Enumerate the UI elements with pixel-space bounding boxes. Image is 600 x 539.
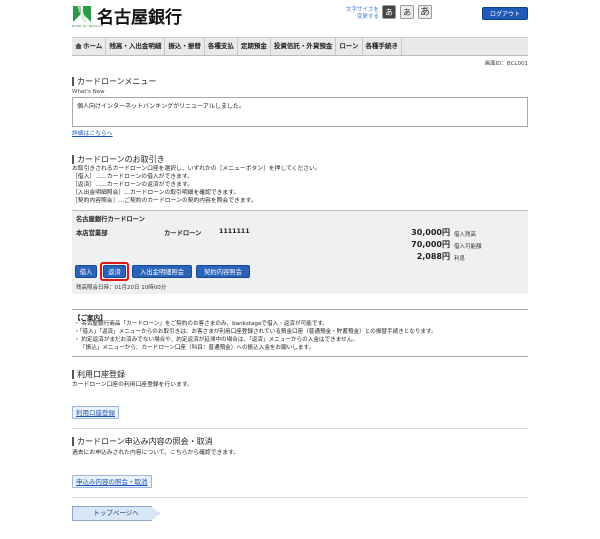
transactions-desc-2: ［返済］……カードローンの返済ができます。: [72, 182, 193, 188]
font-size-medium-button[interactable]: あ: [400, 5, 414, 19]
home-icon: [75, 43, 82, 49]
loan-account-panel: 名古屋銀行カードローン 本店営業部 カードローン 1111111 30,000円…: [72, 210, 528, 294]
divider: [72, 497, 528, 498]
whats-new-label: What's New: [72, 89, 105, 95]
nav-item-balance[interactable]: 残高・入出金明細: [106, 38, 166, 55]
transactions-desc-0: お取引きされるカードローン口座を選択し、いずれかの［メニューボタン］を押してくだ…: [72, 166, 321, 172]
page: BANK OF NAGOYA 名古屋銀行 文字サイズを 変更する あ あ あ ロ…: [0, 0, 600, 539]
nav-item-procedures[interactable]: 各種手続き: [363, 38, 402, 55]
font-size-small-button[interactable]: あ: [382, 5, 396, 19]
transactions-desc-4: ［契約内容照会］…ご契約のカードローンの契約内容を照会できます。: [72, 198, 257, 204]
font-size-label: 文字サイズを 変更する: [346, 7, 379, 20]
account-registration-title: 利用口座登録: [72, 370, 125, 379]
loan-product-name: 名古屋銀行カードローン: [76, 216, 145, 223]
screen-id: 画面ID：BCL001: [484, 61, 528, 67]
bank-name: 名古屋銀行: [97, 8, 182, 28]
top-page-button[interactable]: トップページへ: [72, 506, 160, 521]
page-title: カードローンメニュー: [72, 77, 156, 86]
application-inquiry-button[interactable]: 申込み内容の照会・取消: [72, 475, 152, 488]
loan-branch: 本店営業部: [76, 230, 108, 237]
balance-as-of: 残高照会日時：01月20日 10時00分: [76, 285, 167, 291]
transaction-history-button[interactable]: 入出金明細照会: [132, 265, 192, 278]
loan-available-label: 借入可能額: [454, 244, 482, 250]
transactions-desc-1: ［借入］……カードローンの借入ができます。: [72, 174, 193, 180]
logout-button[interactable]: ログアウト: [482, 7, 528, 20]
borrow-button[interactable]: 借入: [75, 265, 97, 278]
contract-details-button[interactable]: 契約内容照会: [196, 265, 250, 278]
loan-interest: 2,088円: [416, 252, 450, 261]
loan-available: 70,000円: [411, 240, 450, 249]
loan-interest-label: 利息: [454, 256, 466, 262]
global-nav: ホーム 残高・入出金明細 振込・振替 各種支払 定期預金 投資信託・外貨預金 ロ…: [72, 37, 528, 56]
divider: [72, 428, 528, 429]
font-size-large-button[interactable]: あ: [418, 5, 432, 19]
notice-line: ・ 名古屋銀行商品「カードローン」をご契約のお客さまのみ、bankstageで借…: [74, 321, 328, 327]
header: BANK OF NAGOYA 名古屋銀行 文字サイズを 変更する あ あ あ ロ…: [0, 0, 600, 34]
loan-balance: 30,000円: [411, 228, 450, 237]
repay-button[interactable]: 返済: [103, 265, 126, 278]
detail-link[interactable]: 詳細はこちらへ: [72, 131, 113, 138]
nav-item-investment[interactable]: 投資信託・外貨預金: [271, 38, 337, 55]
transactions-desc-3: ［入出金明細照会］…カードローンの取引明細を確認できます。: [72, 190, 240, 196]
loan-kind: カードローン: [164, 230, 202, 237]
nav-item-payment[interactable]: 各種支払: [205, 38, 238, 55]
application-title: カードローン申込み内容の照会・取消: [72, 437, 213, 446]
transactions-title: カードローンのお取引き: [72, 155, 165, 164]
loan-account-number: 1111111: [219, 228, 250, 235]
notice-box: 【ご案内】 ・ 名古屋銀行商品「カードローン」をご契約のお客さまのみ、banks…: [72, 309, 528, 357]
whats-new-box: 個人向けインターネットバンキングがリニューアルしました。: [72, 97, 528, 127]
notice-line: ・「借入」「返済」メニューからのお取引きは、お客さまが利用口座登録されている預金…: [74, 329, 437, 335]
account-registration-button[interactable]: 利用口座登録: [72, 406, 119, 419]
nav-item-transfer[interactable]: 振込・振替: [165, 38, 205, 55]
nav-item-time-deposit[interactable]: 定期預金: [238, 38, 271, 55]
nav-item-home[interactable]: ホーム: [72, 38, 107, 55]
bank-logo-icon: [72, 4, 92, 24]
loan-balance-label: 借入残高: [454, 232, 477, 238]
nav-item-loan[interactable]: ローン: [336, 38, 363, 55]
notice-line: 「振込」メニューから、カードローン口座（科目：普通預金）への振込入金をお願いしま…: [80, 345, 315, 351]
account-registration-desc: カードローン口座の利用口座登録を行います。: [72, 382, 193, 388]
application-desc: 過去にお申込みされた内容について、こちらから確認できます。: [72, 450, 240, 456]
notice-line: ・ 約定返済がまだお済みでない場合や、約定返済が延滞中の場合は、「返済」メニュー…: [74, 337, 358, 343]
